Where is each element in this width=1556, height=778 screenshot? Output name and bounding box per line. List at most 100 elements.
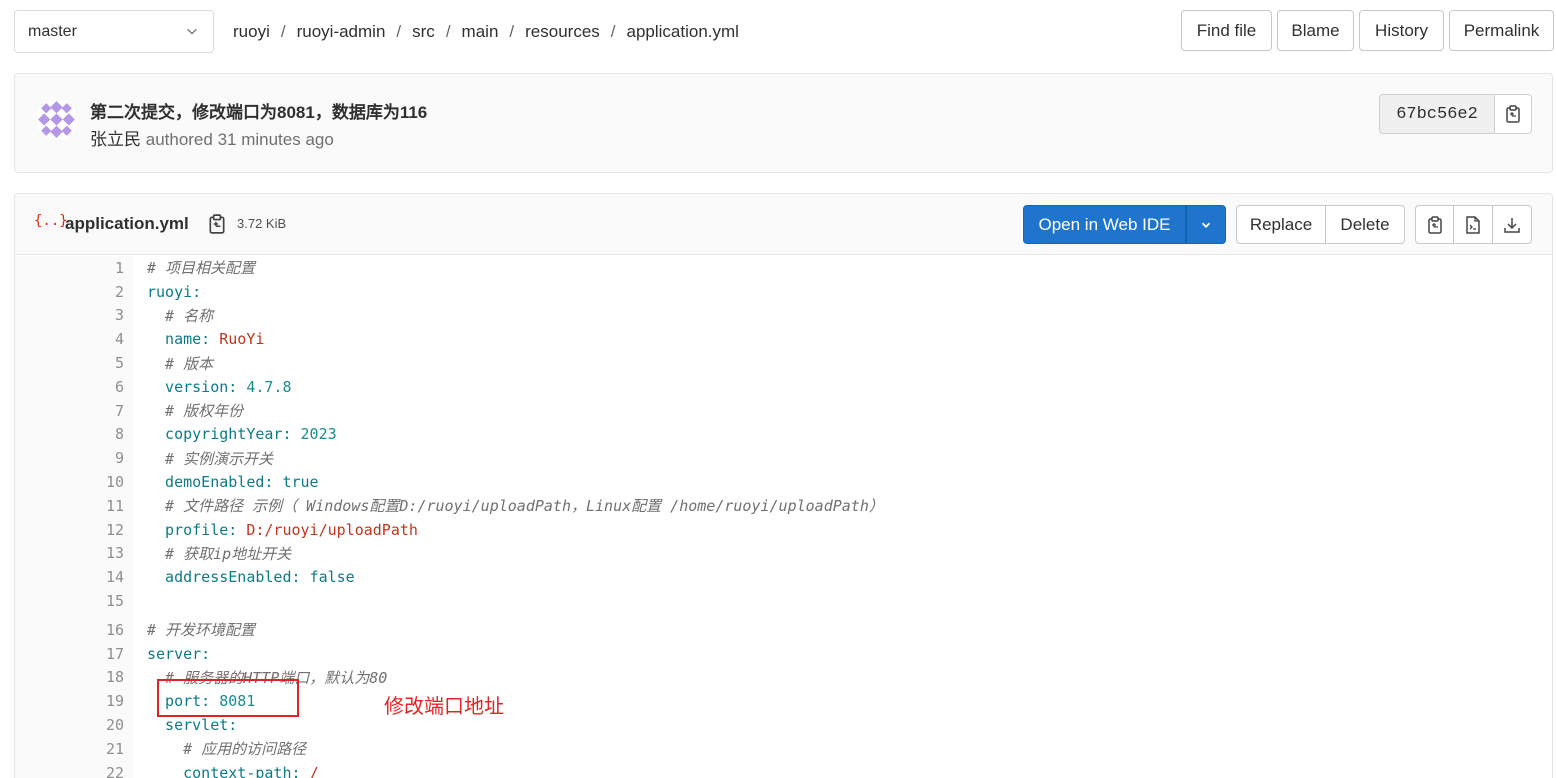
last-commit-panel: 第二次提交，修改端口为8081，数据库为116 张立民 authored 31 … [14, 73, 1553, 173]
line-number[interactable]: 22 [15, 764, 126, 778]
open-ide-group: Open in Web IDE [1023, 205, 1226, 244]
breadcrumb-item-src[interactable]: src [412, 22, 435, 42]
code-line: 10 demoEnabled: true [15, 470, 1552, 494]
permalink-button[interactable]: Permalink [1449, 10, 1554, 51]
code-text: context-path: / [147, 764, 318, 778]
code-line: 22 context-path: / [15, 761, 1552, 778]
commit-sha-group: 67bc56e2 [1379, 94, 1532, 134]
open-raw-button[interactable] [1454, 205, 1493, 244]
line-number[interactable]: 15 [15, 592, 126, 610]
code-line: 13 # 获取ip地址开关 [15, 542, 1552, 566]
yaml-key: name: [147, 330, 211, 349]
find-file-button[interactable]: Find file [1181, 10, 1272, 51]
line-number[interactable]: 12 [15, 521, 126, 539]
line-number[interactable]: 3 [15, 306, 126, 324]
breadcrumb-item-project[interactable]: ruoyi [233, 22, 270, 42]
top-bar: master ruoyi / ruoyi-admin / src / main … [14, 10, 1554, 54]
code-text: servlet: [147, 716, 238, 735]
history-button[interactable]: History [1359, 10, 1444, 51]
commit-title[interactable]: 第二次提交，修改端口为8081，数据库为116 [90, 98, 427, 123]
line-number[interactable]: 21 [15, 740, 126, 758]
breadcrumb-item-file[interactable]: application.yml [627, 22, 739, 42]
line-number[interactable]: 8 [15, 425, 126, 443]
line-number[interactable]: 11 [15, 497, 126, 515]
line-number[interactable]: 6 [15, 378, 126, 396]
branch-selector[interactable]: master [14, 10, 214, 53]
breadcrumb-separator: / [280, 21, 286, 41]
yaml-key: profile: [147, 520, 238, 539]
code-text: server: [147, 644, 211, 663]
commit-sha[interactable]: 67bc56e2 [1379, 94, 1494, 134]
file-size: 3.72 KiB [237, 216, 287, 231]
line-number[interactable]: 20 [15, 716, 126, 734]
file-name: application.yml [65, 214, 189, 233]
line-number[interactable]: 7 [15, 402, 126, 420]
line-number[interactable]: 5 [15, 354, 126, 372]
yaml-key: demoEnabled: [147, 473, 274, 492]
copy-icon[interactable] [208, 214, 226, 234]
code-text: # 项目相关配置 [147, 259, 256, 278]
breadcrumb-separator: / [610, 21, 616, 41]
copy-icon [1427, 215, 1442, 234]
blame-button[interactable]: Blame [1277, 10, 1354, 51]
yaml-value: RuoYi [219, 330, 265, 349]
open-in-web-ide-button[interactable]: Open in Web IDE [1023, 205, 1186, 244]
line-number[interactable]: 9 [15, 449, 126, 467]
annotation-label: 修改端口地址 [384, 696, 504, 718]
code-line: 1 # 项目相关配置 [15, 256, 1552, 280]
line-number[interactable]: 4 [15, 330, 126, 348]
commit-author[interactable]: 张立民 [90, 130, 141, 149]
code-line: 8 copyrightYear: 2023 [15, 423, 1552, 447]
avatar[interactable] [36, 99, 77, 140]
code-text: version: 4.7.8 [147, 377, 292, 396]
yaml-key: version: [147, 377, 238, 396]
breadcrumb-item-module[interactable]: ruoyi-admin [297, 22, 386, 42]
code-text: # 文件路径 示例（ Windows配置D:/ruoyi/uploadPath，… [147, 497, 884, 516]
line-number[interactable]: 13 [15, 544, 126, 562]
line-number[interactable]: 16 [15, 621, 126, 639]
commit-authored-time: authored 31 minutes ago [145, 130, 334, 149]
line-number[interactable]: 19 [15, 692, 126, 710]
branch-name: master [28, 22, 77, 40]
line-number[interactable]: 2 [15, 283, 126, 301]
code-text: # 版本 [147, 354, 214, 373]
code-line: 7 # 版权年份 [15, 399, 1552, 423]
line-number[interactable]: 18 [15, 668, 126, 686]
code-line: 3 # 名称 [15, 304, 1552, 328]
line-number[interactable]: 1 [15, 259, 126, 277]
breadcrumb-item-resources[interactable]: resources [525, 22, 600, 42]
chevron-down-icon [187, 28, 197, 35]
file-icon-actions [1415, 205, 1532, 244]
breadcrumb-item-main[interactable]: main [462, 22, 499, 42]
code-text: name: RuoYi [147, 330, 264, 348]
line-number[interactable]: 10 [15, 473, 126, 491]
code-text: # 开发环境配置 [147, 621, 256, 640]
code-text: addressEnabled: false [147, 568, 355, 586]
yaml-value: D:/ruoyi/uploadPath [246, 520, 418, 539]
copy-sha-button[interactable] [1494, 94, 1532, 134]
code-line: 16 # 开发环境配置 [15, 618, 1552, 642]
code-line: 5 # 版本 [15, 351, 1552, 375]
delete-button[interactable]: Delete [1326, 205, 1405, 244]
code-line: 11 # 文件路径 示例（ Windows配置D:/ruoyi/uploadPa… [15, 494, 1552, 518]
code-text: profile: D:/ruoyi/uploadPath [147, 521, 418, 539]
code-text: # 应用的访问路径 [147, 740, 307, 759]
code-line: 9 # 实例演示开关 [15, 446, 1552, 470]
yaml-value: true [282, 473, 319, 492]
yaml-value: 4.7.8 [246, 377, 292, 396]
file-actions: Find file Blame History Permalink [1181, 10, 1554, 51]
breadcrumb-separator: / [445, 21, 451, 41]
line-number[interactable]: 17 [15, 645, 126, 663]
replace-button[interactable]: Replace [1236, 205, 1326, 244]
copy-contents-button[interactable] [1415, 205, 1454, 244]
code-line: 15 [15, 589, 1552, 613]
edit-actions: Replace Delete [1236, 205, 1405, 244]
download-button[interactable] [1493, 205, 1532, 244]
code-text: copyrightYear: 2023 [147, 425, 337, 443]
line-number[interactable]: 14 [15, 568, 126, 586]
breadcrumb-separator: / [396, 21, 402, 41]
code-text: ruoyi: [147, 282, 202, 301]
yaml-value: false [309, 568, 355, 587]
yaml-key: addressEnabled: [147, 568, 301, 587]
open-ide-dropdown-button[interactable] [1186, 205, 1226, 244]
